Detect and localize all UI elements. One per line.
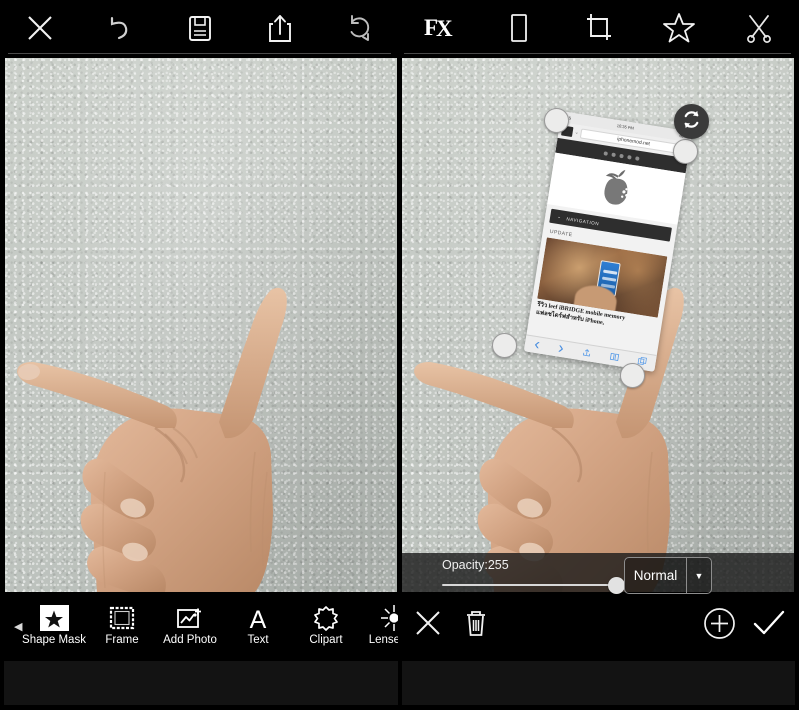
forward-chevron-icon: › (557, 339, 565, 358)
top-toolbar: F X (0, 0, 799, 55)
edited-photo-panel[interactable]: AIS 10:35 PM 62% ⌄ iphonemod.net (402, 58, 794, 592)
opacity-slider[interactable] (442, 577, 625, 594)
rectangle-icon (507, 12, 531, 44)
chevron-down-icon[interactable]: ▼ (686, 558, 711, 593)
overlay-nav-chevron-icon: ⌄ (556, 213, 563, 220)
linkedin-icon (619, 153, 624, 158)
opacity-slider-knob[interactable] (608, 577, 625, 594)
plus-circle-icon (703, 607, 736, 645)
twitter-icon (611, 152, 616, 157)
rotate-handle[interactable] (674, 104, 709, 139)
tool-lense-flare[interactable]: Lense Fla (360, 596, 398, 655)
opacity-label: Opacity:255 (442, 558, 509, 572)
fx-button[interactable]: F X (400, 0, 480, 55)
rotate-button[interactable] (320, 0, 400, 55)
footer-bar (0, 655, 799, 710)
favorites-button[interactable] (639, 0, 719, 55)
original-photo-panel[interactable] (5, 58, 397, 592)
opacity-panel: Opacity:255 Normal ▼ (402, 553, 794, 594)
tool-label: Clipart (309, 634, 343, 646)
share-icon (581, 343, 593, 362)
close-button[interactable] (0, 0, 80, 55)
scissors-icon (744, 13, 774, 43)
tool-label: Frame (105, 634, 139, 646)
apply-overlay-button[interactable] (745, 596, 793, 655)
save-button[interactable] (160, 0, 240, 55)
app-root: F X 10:35 PM ⌄ iphonemod.net ⌄ NAVIGATIO… (0, 0, 799, 710)
tool-add-photo[interactable]: Add Photo (156, 596, 224, 655)
close-x-icon (25, 13, 55, 43)
apple-logo-icon (590, 160, 643, 218)
add-photo-icon (176, 605, 205, 631)
hand-photo (5, 172, 397, 592)
back-chevron-icon: ‹ (533, 335, 542, 354)
star-square-icon (39, 605, 69, 631)
blend-mode-value[interactable]: Normal (625, 558, 686, 593)
overlay-actions-toolbar (400, 596, 799, 655)
crop-icon (584, 12, 614, 44)
svg-text:A: A (250, 606, 267, 631)
tool-label: Lense Fla (368, 634, 398, 646)
star-icon (663, 12, 696, 43)
tool-label: Text (247, 634, 269, 646)
canvas-button[interactable] (479, 0, 559, 55)
rss-icon (635, 155, 640, 161)
text-a-icon: A (244, 605, 273, 631)
save-floppy-icon (186, 13, 214, 43)
tool-label: Add Photo (163, 634, 217, 646)
resize-handle-top-left[interactable] (544, 108, 569, 133)
share-upload-icon (267, 12, 293, 44)
fx-effects-icon: F X (422, 13, 456, 43)
undo-arrow-icon (104, 13, 136, 43)
crop-button[interactable] (559, 0, 639, 55)
resize-handle-bottom-left[interactable] (492, 333, 517, 358)
cancel-overlay-button[interactable] (404, 596, 452, 655)
tool-text[interactable]: A Text (224, 596, 292, 655)
google-icon (627, 154, 632, 160)
resize-handle-bottom-right[interactable] (620, 363, 645, 388)
tool-frame[interactable]: Frame (88, 596, 156, 655)
close-x-icon (413, 608, 443, 643)
tool-label: Shape Mask (22, 634, 86, 646)
toolbar-divider (0, 53, 799, 55)
trash-icon (463, 609, 489, 643)
add-overlay-button[interactable] (695, 596, 743, 655)
tool-shape-mask[interactable]: Shape Mask (20, 596, 88, 655)
bookmarks-icon (608, 348, 620, 367)
refresh-rotate-icon (345, 13, 375, 43)
overlay-time: 10:35 PM (616, 122, 635, 131)
footer-left-area (4, 661, 398, 705)
lens-flare-icon (380, 605, 398, 631)
tools-toolbar: ◀ Shape Mask Frame Add Photo A Text Clip… (0, 596, 398, 655)
rotate-arrows-icon (680, 108, 703, 136)
footer-right-area (402, 661, 795, 705)
tool-clipart[interactable]: Clipart (292, 596, 360, 655)
undo-button[interactable] (80, 0, 160, 55)
resize-handle-top-right[interactable] (673, 139, 698, 164)
frame-icon (108, 605, 137, 631)
blend-mode-select[interactable]: Normal ▼ (624, 557, 712, 594)
overlay-chevron-down-icon: ⌄ (574, 129, 580, 137)
svg-text:X: X (436, 16, 453, 41)
overlay-nav-label: NAVIGATION (566, 215, 600, 226)
cut-button[interactable] (719, 0, 799, 55)
delete-overlay-button[interactable] (452, 596, 500, 655)
checkmark-icon (752, 608, 786, 643)
facebook-icon (603, 150, 609, 156)
share-button[interactable] (240, 0, 320, 55)
clipart-burst-icon (312, 605, 341, 631)
